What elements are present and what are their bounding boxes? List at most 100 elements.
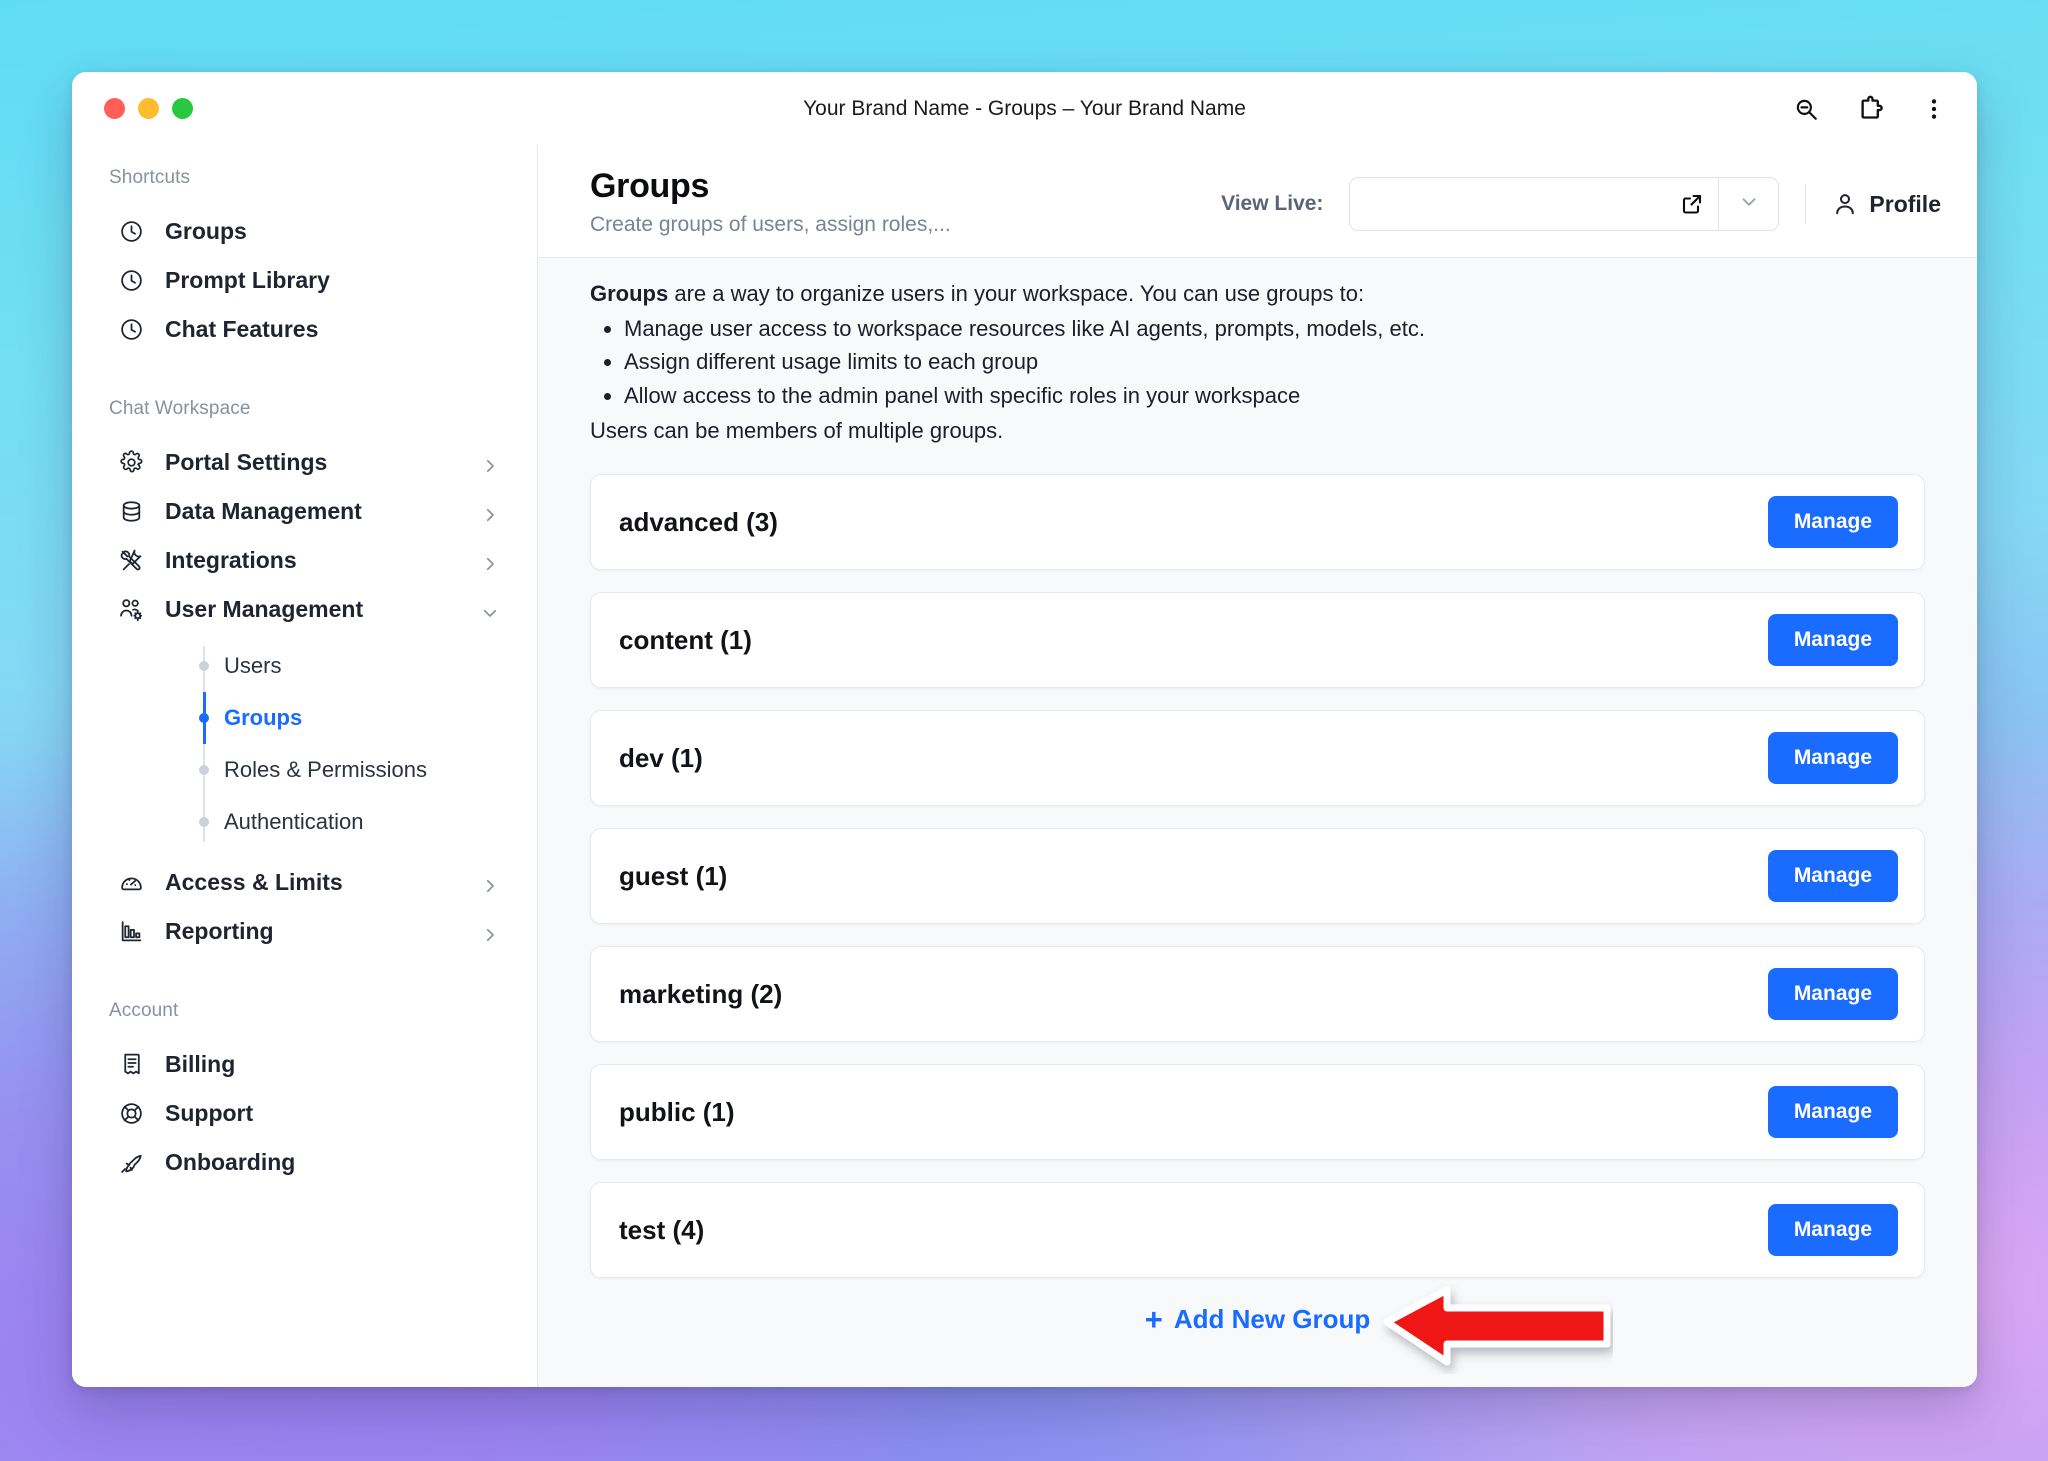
bullet-icon [199, 765, 209, 775]
manage-button[interactable]: Manage [1767, 1204, 1898, 1257]
sidebar-item-integrations[interactable]: Integrations [72, 536, 537, 585]
sidebar-item-shortcut-prompt-library[interactable]: Prompt Library [72, 256, 537, 305]
manage-button[interactable]: Manage [1767, 732, 1898, 785]
sidebar-item-label: Groups [165, 218, 247, 244]
chevron-right-icon [481, 552, 499, 570]
sidebar-item-support[interactable]: Support [72, 1089, 537, 1138]
sidebar-section-chat-workspace-label: Chat Workspace [109, 398, 251, 419]
add-new-group-button[interactable]: + Add New Group [1145, 1304, 1371, 1335]
groups-intro: Groups are a way to organize users in yo… [590, 258, 1925, 452]
add-group-row: + Add New Group [590, 1278, 1925, 1355]
clock-icon [118, 219, 144, 245]
manage-button[interactable]: Manage [1767, 850, 1898, 903]
sidebar-subitem-label: Users [224, 653, 282, 678]
intro-bullet: Manage user access to workspace resource… [624, 313, 1925, 345]
profile-button[interactable]: Profile [1832, 191, 1941, 218]
life-buoy-icon [118, 1101, 144, 1127]
bullet-icon [199, 817, 209, 827]
plus-icon: + [1144, 1302, 1163, 1338]
intro-lead: Groups are a way to organize users in yo… [590, 278, 1925, 310]
database-icon [118, 499, 144, 525]
clock-icon [118, 268, 144, 294]
zoom-out-icon[interactable] [1791, 94, 1821, 124]
sidebar-subnav-user-management: Users Groups Roles & Permissions Authent… [72, 640, 537, 848]
tools-icon [118, 548, 144, 574]
manage-button[interactable]: Manage [1767, 614, 1898, 667]
manage-button[interactable]: Manage [1767, 1086, 1898, 1139]
group-row: test (4) Manage [590, 1182, 1925, 1279]
gauge-icon [118, 870, 144, 896]
page-subtitle: Create groups of users, assign roles,... [590, 213, 951, 236]
sidebar-item-groups[interactable]: Groups [72, 692, 537, 744]
group-row: guest (1) Manage [590, 828, 1925, 925]
view-live-control [1349, 177, 1780, 231]
groups-content: Groups are a way to organize users in yo… [538, 258, 1977, 1387]
chevron-right-icon [481, 503, 499, 521]
sidebar-item-shortcut-chat-features[interactable]: Chat Features [72, 305, 537, 354]
sidebar-item-label: Chat Features [165, 316, 319, 342]
minimize-window-button[interactable] [138, 98, 159, 119]
window-controls [104, 98, 193, 119]
browser-toolbar-actions [1791, 94, 1949, 124]
bar-chart-icon [118, 919, 144, 945]
bullet-icon [199, 661, 209, 671]
manage-button[interactable]: Manage [1767, 968, 1898, 1021]
sidebar-item-authentication[interactable]: Authentication [72, 796, 537, 848]
chevron-right-icon [481, 923, 499, 941]
view-live-label: View Live: [1221, 192, 1324, 215]
group-name: guest (1) [619, 860, 728, 891]
group-name: dev (1) [619, 742, 703, 773]
sidebar-item-label: Billing [165, 1051, 236, 1077]
rocket-icon [118, 1150, 144, 1176]
close-window-button[interactable] [104, 98, 125, 119]
group-name: public (1) [619, 1096, 735, 1127]
page-header-text: Groups Create groups of users, assign ro… [590, 167, 1197, 237]
sidebar-item-user-management[interactable]: User Management [72, 585, 537, 634]
chevron-right-icon [481, 454, 499, 472]
sidebar-subitem-label: Groups [224, 705, 303, 730]
sidebar-item-portal-settings[interactable]: Portal Settings [72, 438, 537, 487]
page-title: Groups [590, 167, 710, 205]
manage-button[interactable]: Manage [1767, 496, 1898, 549]
sidebar-item-billing[interactable]: Billing [72, 1040, 537, 1089]
browser-window: Your Brand Name - Groups – Your Brand Na… [72, 72, 1977, 1387]
sidebar-subitem-label: Roles & Permissions [224, 757, 427, 782]
intro-bullet-list: Manage user access to workspace resource… [590, 313, 1925, 412]
user-icon [1832, 191, 1858, 217]
maximize-window-button[interactable] [172, 98, 193, 119]
chevron-right-icon [481, 874, 499, 892]
sidebar-item-label: Support [165, 1100, 254, 1126]
sidebar-item-reporting[interactable]: Reporting [72, 907, 537, 956]
users-cog-icon [118, 597, 144, 623]
page-header-actions: View Live: Profile [1221, 167, 1941, 231]
sidebar-item-onboarding[interactable]: Onboarding [72, 1138, 537, 1187]
group-row: content (1) Manage [590, 592, 1925, 689]
window-title: Your Brand Name - Groups – Your Brand Na… [803, 96, 1246, 120]
sidebar-item-label: Reporting [165, 918, 274, 944]
sidebar-item-label: Access & Limits [165, 869, 343, 895]
sidebar: Shortcuts Groups Prompt Library Chat Fea… [72, 145, 538, 1387]
external-link-icon[interactable] [1680, 192, 1704, 216]
sidebar-item-label: Portal Settings [165, 449, 328, 475]
intro-bullet: Allow access to the admin panel with spe… [624, 380, 1925, 412]
sidebar-item-label: Data Management [165, 498, 362, 524]
sidebar-item-label: Integrations [165, 547, 297, 573]
sidebar-item-access-limits[interactable]: Access & Limits [72, 858, 537, 907]
chevron-down-icon [481, 601, 499, 619]
add-new-group-label: Add New Group [1173, 1304, 1371, 1335]
extensions-icon[interactable] [1855, 94, 1885, 124]
sidebar-item-data-management[interactable]: Data Management [72, 487, 537, 536]
browser-menu-icon[interactable] [1919, 94, 1949, 124]
view-live-input[interactable] [1349, 177, 1720, 231]
chevron-down-icon [1738, 191, 1760, 218]
sidebar-item-roles-permissions[interactable]: Roles & Permissions [72, 744, 537, 796]
view-live-dropdown-button[interactable] [1719, 177, 1780, 231]
intro-tail: Users can be members of multiple groups. [590, 417, 1004, 443]
group-row: dev (1) Manage [590, 710, 1925, 807]
group-row: marketing (2) Manage [590, 946, 1925, 1043]
group-name: advanced (3) [619, 506, 778, 537]
sidebar-section-account-label: Account [109, 1000, 179, 1021]
sidebar-item-label: User Management [165, 596, 364, 622]
sidebar-item-shortcut-groups[interactable]: Groups [72, 207, 537, 256]
sidebar-item-users[interactable]: Users [72, 640, 537, 692]
